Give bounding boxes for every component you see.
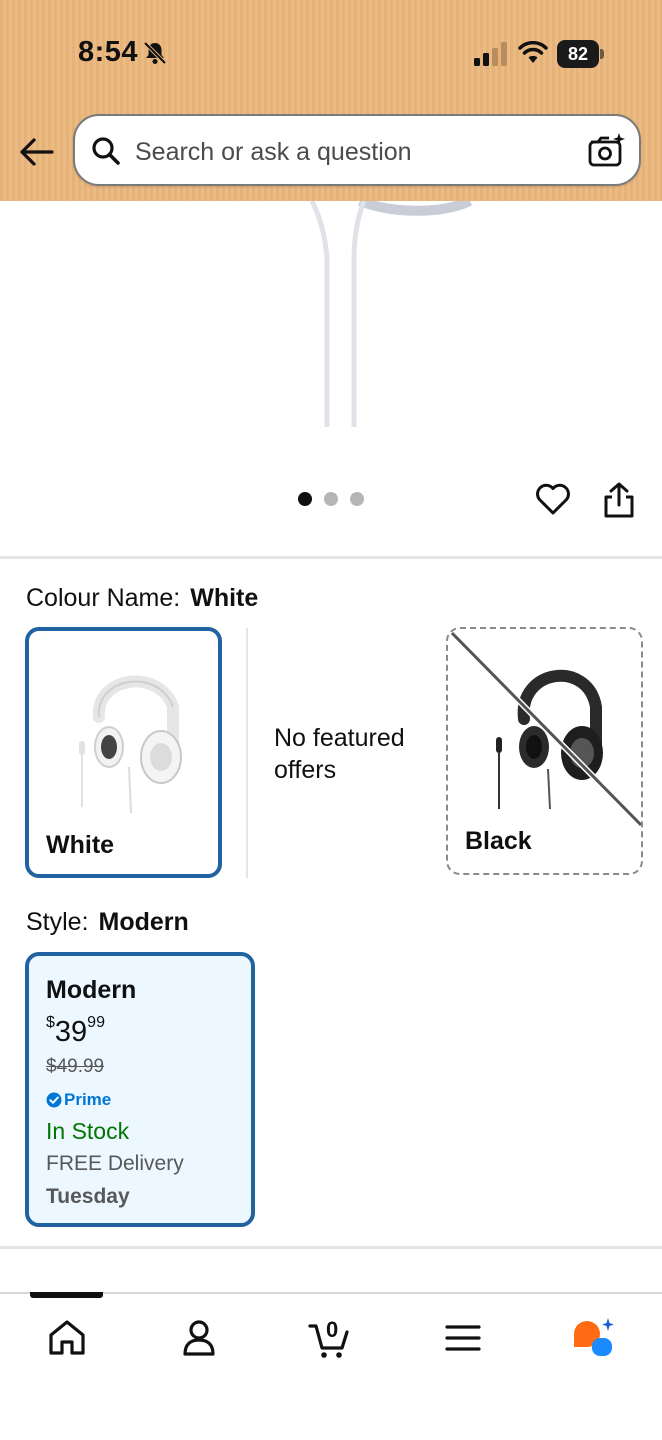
prime-label: Prime <box>64 1090 112 1109</box>
carousel-dot-3[interactable] <box>350 492 364 506</box>
bottom-navigation <box>0 1292 662 1440</box>
rufus-assistant-icon[interactable] <box>570 1316 614 1360</box>
style-label: Style: <box>26 908 89 936</box>
carousel-dot-1[interactable] <box>298 492 312 506</box>
battery-level: 82 <box>557 40 599 68</box>
price-whole: 39 <box>54 1016 88 1048</box>
prime-check-icon <box>46 1092 62 1108</box>
app-header: 8:54 82 Search or ask a question <box>0 0 662 201</box>
white-headphones-image <box>79 675 182 814</box>
battery-indicator: 82 <box>557 40 605 68</box>
share-icon[interactable] <box>602 481 636 519</box>
price-fraction: 99 <box>87 1014 105 1031</box>
list-price: $49.99 <box>46 1056 105 1077</box>
style-row-label: Style: Modern <box>26 908 189 937</box>
swatch-label-black: Black <box>465 827 532 855</box>
price: $3999 <box>46 1014 105 1049</box>
battery-cap <box>600 49 604 59</box>
search-input[interactable]: Search or ask a question <box>135 138 412 167</box>
home-icon[interactable] <box>45 1316 89 1360</box>
cart-count: 0 <box>326 1317 339 1342</box>
heart-icon[interactable] <box>534 480 572 518</box>
style-option-card[interactable]: Modern $3999 $49.99 Prime In Stock FREE … <box>25 952 255 1227</box>
colour-swatch-white[interactable]: White <box>25 627 222 878</box>
delivery-day: Tuesday <box>46 1185 130 1208</box>
camera-lens-icon[interactable] <box>587 132 625 168</box>
wifi-icon <box>518 41 548 63</box>
price-symbol: $ <box>46 1014 55 1031</box>
search-bar[interactable]: Search or ask a question <box>73 114 641 186</box>
search-icon <box>92 137 120 165</box>
style-card-title: Modern <box>46 976 137 1004</box>
product-image[interactable] <box>0 201 662 459</box>
colour-swatch-black[interactable]: Black <box>446 627 643 875</box>
colour-selected-value: White <box>190 584 259 612</box>
section-divider-bottom <box>0 1246 662 1249</box>
style-selected-value: Modern <box>98 908 189 936</box>
colour-row-label: Colour Name: White <box>26 584 258 613</box>
swatch-separator <box>246 628 248 878</box>
colour-label: Colour Name: <box>26 584 181 612</box>
menu-icon[interactable] <box>441 1316 485 1360</box>
no-featured-offers-text: No featured offers <box>274 724 405 784</box>
status-time: 8:54 <box>78 36 139 68</box>
cellular-signal-icon <box>474 42 507 66</box>
stock-status: In Stock <box>46 1118 130 1144</box>
prime-badge: Prime <box>46 1090 111 1110</box>
headphone-cable-image <box>309 201 473 427</box>
back-arrow-icon[interactable] <box>18 134 56 170</box>
nav-active-indicator <box>30 1292 103 1298</box>
delivery-text: FREE Delivery <box>46 1152 184 1175</box>
carousel-dot-2[interactable] <box>324 492 338 506</box>
account-icon[interactable] <box>177 1316 221 1360</box>
swatch-label-white: White <box>46 831 115 859</box>
bell-off-icon <box>143 41 167 65</box>
section-divider <box>0 556 662 559</box>
